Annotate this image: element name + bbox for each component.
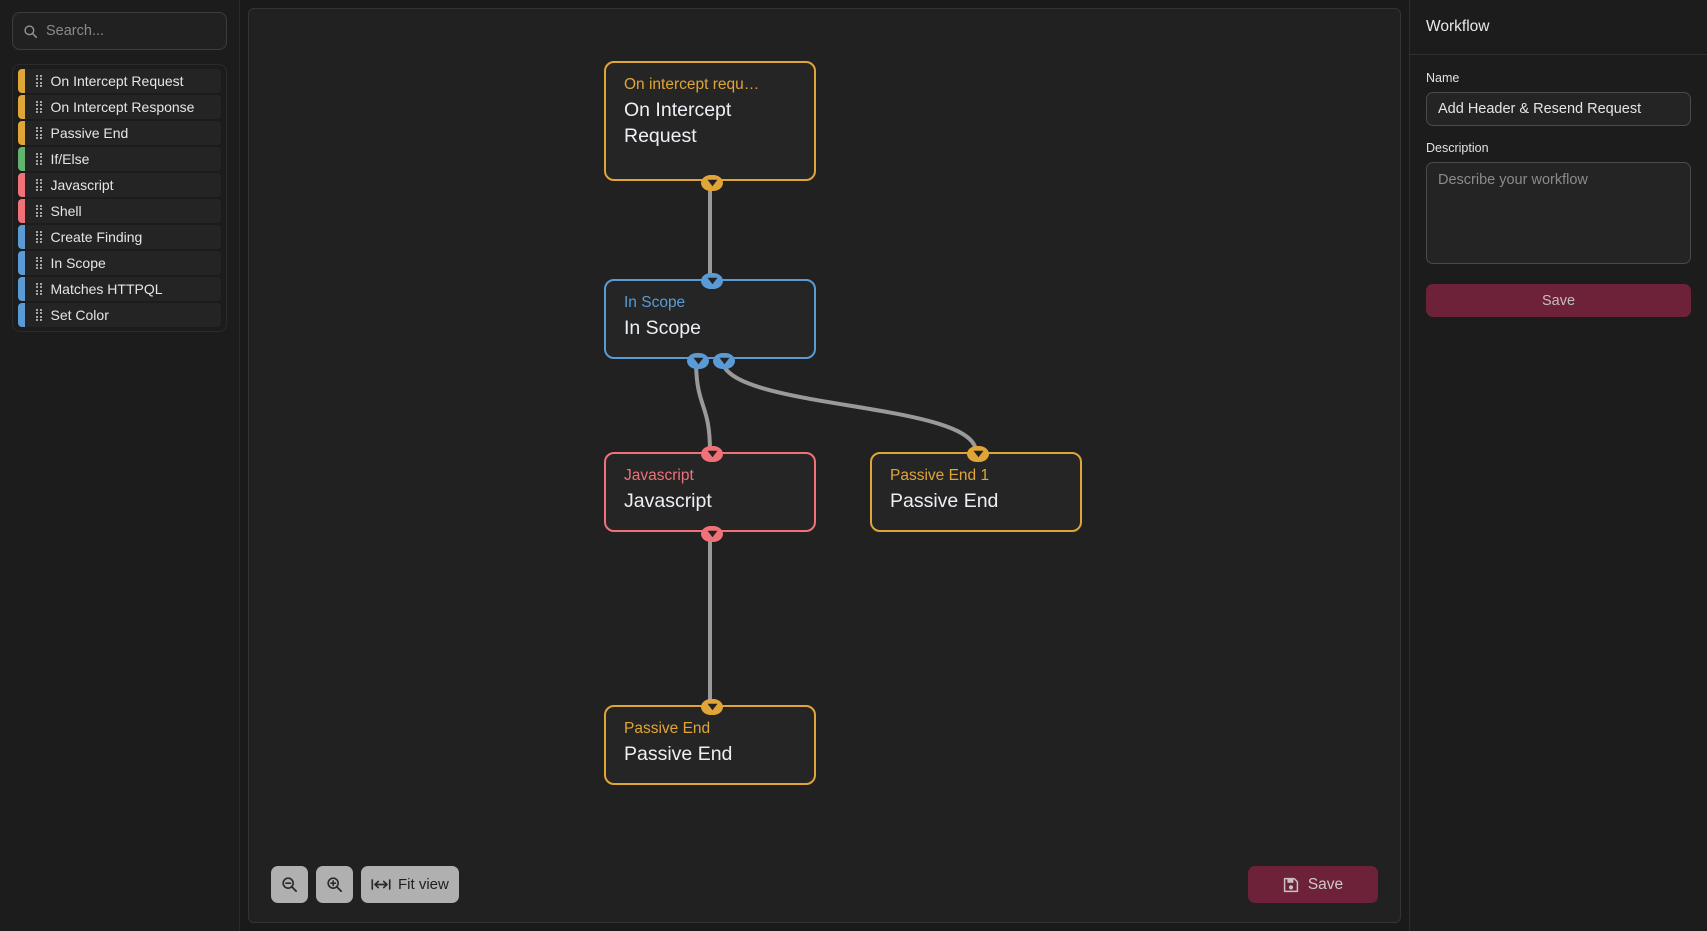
node-handle-top[interactable] xyxy=(701,446,723,462)
fit-view-button[interactable]: Fit view xyxy=(361,866,459,903)
fit-view-icon xyxy=(371,879,391,890)
flow-node-passive-end-1[interactable]: Passive End 1 Passive End xyxy=(870,446,1082,532)
flow-edge xyxy=(694,358,712,453)
flow-node-javascript[interactable]: Javascript Javascript xyxy=(604,446,816,542)
palette-item[interactable]: On Intercept Request xyxy=(18,69,221,93)
zoom-out-icon xyxy=(282,877,298,893)
panel-title: Workflow xyxy=(1426,18,1490,35)
node-type-label: Passive End xyxy=(624,720,711,737)
description-label: Description xyxy=(1426,141,1489,155)
palette-accent-bar xyxy=(18,303,25,327)
drag-handle-icon[interactable] xyxy=(36,74,42,88)
palette-accent-bar xyxy=(18,173,25,197)
drag-handle-icon[interactable] xyxy=(36,126,42,140)
node-title: Passive End xyxy=(890,489,999,512)
panel-body: Name Description Save xyxy=(1410,55,1707,317)
node-type-label: Javascript xyxy=(624,467,694,484)
node-title: Javascript xyxy=(624,489,712,512)
palette-item[interactable]: In Scope xyxy=(18,251,221,275)
drag-handle-icon[interactable] xyxy=(36,308,42,322)
edge-layer xyxy=(694,181,978,705)
search-input[interactable] xyxy=(46,23,233,39)
workflow-description-input[interactable] xyxy=(1426,162,1691,264)
palette-list: On Intercept Request On Intercept Respons… xyxy=(12,64,227,332)
node-handle-top[interactable] xyxy=(701,273,723,289)
node-handle-bottom[interactable] xyxy=(687,353,709,369)
node-palette-sidebar: On Intercept Request On Intercept Respons… xyxy=(0,0,240,931)
zoom-in-button[interactable] xyxy=(316,866,353,903)
canvas-save-button[interactable]: Save xyxy=(1248,866,1378,903)
palette-item[interactable]: Matches HTTPQL xyxy=(18,277,221,301)
palette-accent-bar xyxy=(18,147,25,171)
panel-header: Workflow xyxy=(1410,0,1707,55)
flow-node-passive-end[interactable]: Passive End Passive End xyxy=(604,699,816,785)
node-handle-bottom[interactable] xyxy=(701,175,723,191)
node-type-label: In Scope xyxy=(624,294,686,311)
palette-item-label: Create Finding xyxy=(50,229,143,245)
node-handle-top[interactable] xyxy=(967,446,989,462)
palette-accent-bar xyxy=(18,277,25,301)
flow-canvas[interactable]: On intercept requ… On Intercept Request In… xyxy=(248,8,1401,923)
drag-handle-icon[interactable] xyxy=(36,282,42,296)
node-title: On Intercept Request xyxy=(624,98,732,147)
node-title: Passive End xyxy=(624,742,733,765)
palette-item[interactable]: If/Else xyxy=(18,147,221,171)
palette-accent-bar xyxy=(18,251,25,275)
palette-accent-bar xyxy=(18,121,25,145)
palette-item-label: Javascript xyxy=(50,177,114,193)
palette-accent-bar xyxy=(18,225,25,249)
search-box[interactable] xyxy=(12,12,233,50)
palette-item-label: On Intercept Request xyxy=(50,73,184,89)
name-label: Name xyxy=(1426,71,1460,85)
node-handle-bottom[interactable] xyxy=(701,526,723,542)
palette-item-label: Set Color xyxy=(50,307,109,323)
palette-item[interactable]: Create Finding xyxy=(18,225,221,249)
drag-handle-icon[interactable] xyxy=(36,152,42,166)
palette-accent-bar xyxy=(18,69,25,93)
search-icon xyxy=(24,24,38,38)
palette-item-label: In Scope xyxy=(50,255,106,271)
drag-handle-icon[interactable] xyxy=(36,256,42,270)
palette-item-label: Shell xyxy=(50,203,82,219)
node-type-label: Passive End 1 xyxy=(890,467,990,484)
canvas-area: On intercept requ… On Intercept Request In… xyxy=(240,0,1409,931)
workflow-properties-panel: Workflow Name Description Save xyxy=(1409,0,1707,931)
palette-item[interactable]: Set Color xyxy=(18,303,221,327)
canvas-save-label: Save xyxy=(1307,875,1344,893)
palette-item[interactable]: Passive End xyxy=(18,121,221,145)
workflow-name-input[interactable] xyxy=(1426,92,1691,126)
palette-item-label: On Intercept Response xyxy=(50,99,195,115)
flow-node-in-scope[interactable]: In Scope In Scope xyxy=(604,273,816,369)
node-type-label: On intercept requ… xyxy=(624,76,760,93)
drag-handle-icon[interactable] xyxy=(36,230,42,244)
drag-handle-icon[interactable] xyxy=(36,204,42,218)
palette-item-label: If/Else xyxy=(50,151,90,167)
panel-save-button[interactable]: Save xyxy=(1426,284,1691,317)
palette-item[interactable]: Javascript xyxy=(18,173,221,197)
palette-item-label: Passive End xyxy=(50,125,129,141)
flow-node-on-intercept-request[interactable]: On intercept requ… On Intercept Request xyxy=(604,61,816,191)
palette-item[interactable]: On Intercept Response xyxy=(18,95,221,119)
drag-handle-icon[interactable] xyxy=(36,178,42,192)
flow-edge xyxy=(720,358,978,453)
palette-accent-bar xyxy=(18,95,25,119)
palette-item-label: Matches HTTPQL xyxy=(50,281,163,297)
palette-accent-bar xyxy=(18,199,25,223)
fit-view-label: Fit view xyxy=(398,876,449,893)
save-disk-icon xyxy=(1283,877,1298,892)
palette-item[interactable]: Shell xyxy=(18,199,221,223)
drag-handle-icon[interactable] xyxy=(36,100,42,114)
node-handle-top[interactable] xyxy=(701,699,723,715)
workflow-editor: On Intercept Request On Intercept Respons… xyxy=(0,0,1707,931)
node-title: In Scope xyxy=(624,316,701,339)
zoom-out-button[interactable] xyxy=(271,866,308,903)
zoom-in-icon xyxy=(327,877,343,893)
viewport-controls: Fit view xyxy=(271,866,459,903)
node-handle-bottom[interactable] xyxy=(713,353,735,369)
